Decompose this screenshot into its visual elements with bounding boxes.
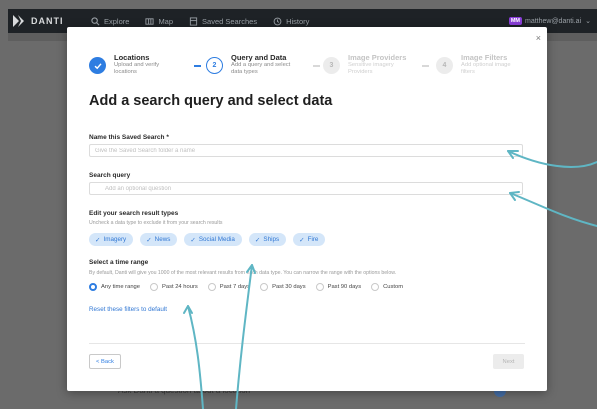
logo-text: DANTI (31, 16, 64, 26)
step-subtitle: Upload and verify locations (114, 62, 160, 75)
danti-logo-icon (13, 15, 24, 27)
footer-divider (89, 343, 525, 344)
step-image-filters[interactable]: 4 Image Filters Add optional image filte… (436, 53, 523, 75)
chip-ships[interactable]: ✓ Ships (248, 233, 287, 246)
page-edge (0, 0, 8, 409)
step-subtitle: Add optional image filters (461, 62, 511, 75)
radio-past-90-days[interactable]: Past 90 days (315, 283, 362, 291)
time-range-label: Select a time range (89, 259, 149, 266)
nav-explore[interactable]: Explore (91, 17, 129, 26)
step-number: 3 (323, 57, 340, 74)
radio-past-30-days[interactable]: Past 30 days (260, 283, 306, 291)
check-icon: ✓ (254, 236, 261, 244)
result-types-label: Edit your search result types (89, 210, 179, 217)
radio-dot (315, 283, 324, 291)
close-icon[interactable]: × (536, 33, 541, 43)
search-icon (91, 16, 100, 25)
radio-label: Past 90 days (327, 284, 362, 290)
step-title: Query and Data (231, 53, 287, 62)
map-icon (145, 17, 154, 25)
chip-news[interactable]: ✓ News (140, 233, 178, 246)
step-title: Image Providers (348, 53, 407, 62)
radio-any-time-range[interactable]: Any time range (89, 283, 140, 291)
radio-label: Any time range (101, 284, 140, 290)
nav-saved-searches-label: Saved Searches (202, 16, 258, 26)
check-icon: ✓ (190, 236, 196, 244)
modal-title: Add a search query and select data (89, 93, 333, 109)
avatar: MM (508, 17, 522, 25)
stepper: Locations Upload and verify locations 2 … (89, 53, 529, 79)
radio-dot (260, 283, 269, 291)
time-range-helper: By default, Danti will give you 1000 of … (89, 270, 397, 276)
step-number: 4 (436, 57, 453, 74)
chip-social-media[interactable]: ✓ Social Media (184, 233, 242, 246)
user-menu[interactable]: MM matthew@danti.ai ⌄ (508, 17, 591, 25)
search-query-input[interactable] (89, 182, 523, 195)
step-subtitle: Add a query and select data types (231, 62, 291, 75)
chip-label: Imagery (103, 236, 127, 243)
history-icon (273, 17, 282, 25)
step-subtitle: Sensitive imagery Providers (348, 62, 394, 75)
step-title: Image Filters (461, 53, 508, 62)
step-title: Locations (114, 53, 150, 62)
search-query-label: Search query (89, 172, 131, 179)
radio-label: Past 7 days (219, 284, 251, 290)
radio-custom[interactable]: Custom (371, 283, 403, 291)
name-field-label: Name this Saved Search * (89, 134, 169, 141)
step-locations[interactable]: Locations Upload and verify locations (89, 53, 172, 75)
result-type-chips: ✓ Imagery ✓ News ✓ Social Media ✓ Ships ✓ Fir… (89, 233, 332, 246)
chevron-down-icon: ⌄ (585, 18, 591, 25)
chip-fire[interactable]: ✓ Fire (293, 233, 326, 246)
nav-history[interactable]: History (273, 17, 309, 26)
back-button[interactable]: < Back (89, 354, 121, 369)
nav-map-label: Map (158, 16, 174, 26)
check-icon: ✓ (299, 236, 305, 244)
step-connector (313, 65, 320, 67)
step-number: 2 (206, 57, 223, 74)
radio-dot (207, 283, 216, 291)
chip-label: Ships (263, 236, 280, 243)
radio-past-7-days[interactable]: Past 7 days (207, 283, 251, 291)
nav-explore-label: Explore (104, 16, 130, 26)
saved-search-name-input[interactable] (89, 144, 523, 157)
check-icon: ✓ (146, 236, 152, 244)
check-icon: ✓ (95, 236, 101, 244)
search-query-field (89, 182, 523, 195)
radio-dot (371, 283, 380, 291)
saved-search-modal: × Locations Upload and verify locations … (67, 27, 547, 391)
check-icon (89, 57, 106, 74)
next-button[interactable]: Next (493, 354, 524, 369)
radio-dot (89, 283, 97, 291)
nav-history-label: History (286, 16, 310, 26)
step-connector (194, 65, 201, 67)
reset-filters-link[interactable]: Reset these filters to default (89, 306, 167, 313)
step-query-and-data[interactable]: 2 Query and Data Add a query and select … (206, 53, 303, 75)
bookmark-icon (189, 16, 198, 26)
chip-imagery[interactable]: ✓ Imagery (89, 233, 134, 246)
result-types-helper: Uncheck a data type to exclude it from y… (89, 220, 223, 226)
radio-label: Past 24 hours (162, 284, 198, 290)
chip-label: News (154, 236, 171, 243)
step-image-providers[interactable]: 3 Image Providers Sensitive imagery Prov… (323, 53, 406, 75)
radio-label: Past 30 days (272, 284, 306, 290)
radio-label: Custom (383, 284, 404, 290)
time-range-options: Any time range Past 24 hours Past 7 days… (89, 283, 413, 291)
radio-dot (150, 283, 158, 291)
nav-saved-searches[interactable]: Saved Searches (189, 17, 257, 26)
step-connector (422, 65, 429, 67)
user-email: matthew@danti.ai (524, 17, 582, 25)
chip-label: Social Media (198, 236, 235, 243)
nav-map[interactable]: Map (145, 17, 173, 26)
radio-past-24-hours[interactable]: Past 24 hours (150, 283, 198, 291)
chip-label: Fire (307, 236, 319, 243)
